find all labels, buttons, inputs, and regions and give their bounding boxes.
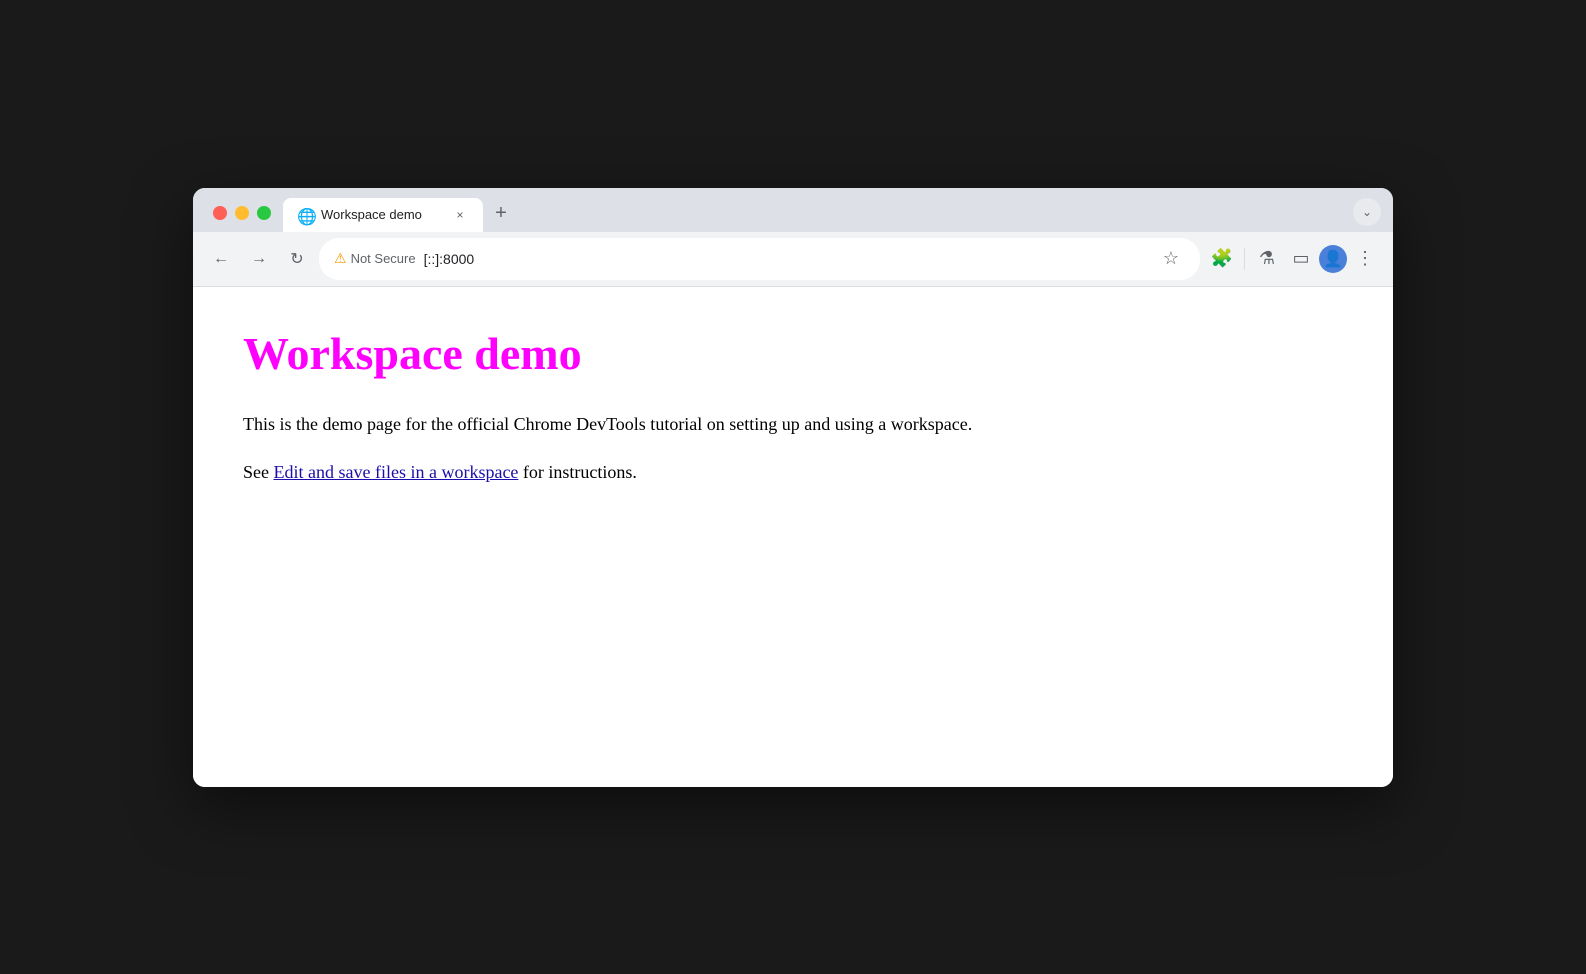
lab-icon: ⚗ <box>1259 248 1275 269</box>
new-tab-button[interactable]: + <box>487 200 515 228</box>
tab-strip-chevron-button[interactable]: ⌄ <box>1353 198 1381 226</box>
page-content: Workspace demo This is the demo page for… <box>193 287 1393 787</box>
workspace-link[interactable]: Edit and save files in a workspace <box>274 462 519 482</box>
menu-button[interactable]: ⋮ <box>1349 243 1381 275</box>
back-button[interactable]: ← <box>205 243 237 275</box>
tab-row-right: ⌄ <box>1353 198 1381 232</box>
browser-window: 🌐 Workspace demo × + ⌄ ← → ↻ <box>193 188 1393 787</box>
minimize-button[interactable] <box>235 206 249 220</box>
address-bar[interactable]: ⚠ Not Secure [::]:8000 ☆ <box>319 238 1200 280</box>
bookmark-button[interactable]: ☆ <box>1157 245 1185 273</box>
navigation-bar: ← → ↻ ⚠ Not Secure [::]:8000 ☆ 🧩 ⚗ <box>193 232 1393 287</box>
forward-icon: → <box>251 250 267 268</box>
sidebar-button[interactable]: ▭ <box>1285 243 1317 275</box>
active-tab[interactable]: 🌐 Workspace demo × <box>283 198 483 232</box>
window-controls <box>205 202 279 232</box>
star-icon: ☆ <box>1163 248 1179 269</box>
reload-button[interactable]: ↻ <box>281 243 313 275</box>
nav-actions: 🧩 ⚗ ▭ 👤 ⋮ <box>1206 243 1381 275</box>
paragraph-1: This is the demo page for the official C… <box>243 410 1343 439</box>
title-bar: 🌐 Workspace demo × + ⌄ <box>193 188 1393 232</box>
maximize-button[interactable] <box>257 206 271 220</box>
extensions-button[interactable]: 🧩 <box>1206 243 1238 275</box>
security-warning[interactable]: ⚠ Not Secure <box>334 250 416 267</box>
paragraph-2-before: See <box>243 462 274 482</box>
sidebar-icon: ▭ <box>1292 248 1309 269</box>
menu-icon: ⋮ <box>1356 248 1374 269</box>
labs-button[interactable]: ⚗ <box>1251 243 1283 275</box>
profile-icon-glyph: 👤 <box>1323 249 1343 269</box>
reload-icon: ↻ <box>290 249 303 269</box>
paragraph-2-after: for instructions. <box>518 462 637 482</box>
profile-button[interactable]: 👤 <box>1319 245 1347 273</box>
tab-favicon-icon: 🌐 <box>297 207 313 223</box>
address-text: [::]:8000 <box>424 251 1149 267</box>
tab-title: Workspace demo <box>321 207 443 222</box>
tab-close-button[interactable]: × <box>451 206 469 224</box>
tab-row: 🌐 Workspace demo × + ⌄ <box>193 188 1393 232</box>
page-heading: Workspace demo <box>243 327 1343 380</box>
forward-button[interactable]: → <box>243 243 275 275</box>
warning-icon: ⚠ <box>334 250 347 267</box>
back-icon: ← <box>213 250 229 268</box>
paragraph-2: See Edit and save files in a workspace f… <box>243 458 1343 487</box>
nav-divider <box>1244 248 1245 270</box>
extensions-icon: 🧩 <box>1211 248 1233 269</box>
close-button[interactable] <box>213 206 227 220</box>
security-label: Not Secure <box>351 251 416 266</box>
